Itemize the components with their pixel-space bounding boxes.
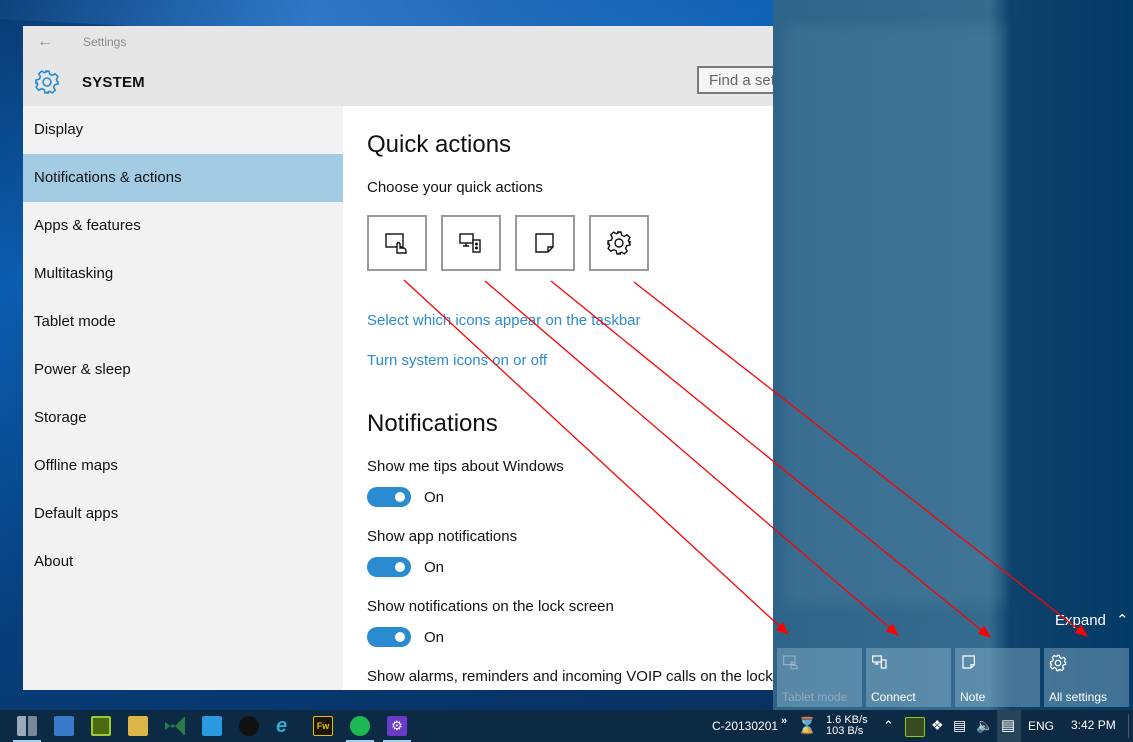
lock-screen-notifications-label: Show notifications on the lock screen [367, 598, 614, 615]
sidebar-item-notifications-actions[interactable]: Notifications & actions [23, 154, 343, 202]
app-notifications-setting: On [367, 557, 444, 577]
lock-screen-notifications-toggle-state: On [424, 628, 445, 646]
expand-label: Expand [1055, 612, 1106, 629]
tips-toggle-state: On [424, 488, 445, 506]
network-speed-up: 1.6 KB/s [826, 714, 868, 726]
settings-app-icon[interactable]: ⚙ [387, 716, 407, 736]
dropbox-icon[interactable]: ❖ [931, 717, 944, 734]
settings-gear-icon [1049, 654, 1067, 672]
action-tile-label: Note [960, 690, 986, 704]
sidebar-item-default-apps[interactable]: Default apps [23, 490, 343, 538]
search-box[interactable] [697, 66, 783, 94]
search-input[interactable] [699, 68, 783, 92]
page-header: SYSTEM [23, 58, 783, 106]
clock[interactable]: 3:42 PM [1071, 718, 1116, 732]
connect-icon [872, 655, 887, 669]
taskbar: e Fw ⚙ C-20130201 » ⌛ 1.6 KB/s 103 B/s ⌃… [0, 710, 1133, 742]
action-center: Expand ⌃ Tablet mode Connect Note All se… [773, 0, 1133, 710]
toolbar-overflow-icon[interactable]: » [781, 715, 787, 727]
chevron-up-icon: ⌃ [1116, 612, 1129, 629]
quick-action-tile-note[interactable] [515, 215, 575, 271]
app-notifications-label: Show app notifications [367, 528, 518, 545]
sidebar-item-about[interactable]: About [23, 538, 343, 586]
settings-gear-icon [607, 231, 631, 255]
lock-screen-notifications-setting: On [367, 627, 444, 647]
action-tile-label: Tablet mode [782, 690, 848, 704]
title-bar: ← Settings [23, 26, 783, 58]
obs-icon[interactable] [239, 716, 259, 736]
tips-setting: On [367, 487, 444, 507]
action-tile-label: All settings [1049, 690, 1108, 704]
action-center-button[interactable]: ▤ [997, 710, 1021, 742]
fireworks-icon[interactable]: Fw [313, 716, 333, 736]
action-center-icon: ▤ [1001, 717, 1016, 734]
action-center-backdrop [785, 25, 1005, 605]
action-tile-label: Connect [871, 690, 916, 704]
remote-desktop-icon[interactable] [54, 716, 74, 736]
app-notifications-toggle-state: On [424, 558, 445, 576]
spotify-icon[interactable] [350, 716, 370, 736]
expand-button[interactable]: Expand ⌃ [1055, 611, 1129, 629]
sidebar-item-offline-maps[interactable]: Offline maps [23, 442, 343, 490]
choose-quick-actions-label: Choose your quick actions [367, 179, 543, 196]
sidebar-item-display[interactable]: Display [23, 106, 343, 154]
sidebar-item-tablet-mode[interactable]: Tablet mode [23, 298, 343, 346]
system-icons-link[interactable]: Turn system icons on or off [367, 352, 547, 369]
page-title: SYSTEM [82, 74, 145, 91]
visual-studio-icon[interactable] [165, 716, 185, 736]
vmware-icon[interactable] [91, 716, 111, 736]
server-manager-icon[interactable] [17, 716, 37, 736]
show-desktop-button[interactable] [1128, 714, 1129, 738]
tips-toggle[interactable] [367, 487, 411, 507]
action-tile-connect[interactable]: Connect [866, 648, 951, 707]
sidebar-item-multitasking[interactable]: Multitasking [23, 250, 343, 298]
network-speed-down: 103 B/s [826, 725, 864, 737]
volume-icon[interactable]: 🔈 [976, 717, 993, 734]
notifications-heading: Notifications [367, 410, 498, 437]
sidebar: Display Notifications & actions Apps & f… [23, 106, 343, 690]
action-tile-all-settings[interactable]: All settings [1044, 648, 1129, 707]
baidu-app-icon[interactable] [202, 716, 222, 736]
tablet-mode-icon [385, 233, 407, 254]
quick-action-tile-all-settings[interactable] [589, 215, 649, 271]
taskbar-icons-link[interactable]: Select which icons appear on the taskbar [367, 312, 641, 329]
action-tile-note[interactable]: Note [955, 648, 1040, 707]
hourglass-icon[interactable]: ⌛ [797, 716, 817, 736]
alarms-voip-label: Show alarms, reminders and incoming VOIP… [367, 668, 773, 685]
network-icon[interactable]: ▤ [953, 717, 966, 734]
quick-actions-heading: Quick actions [367, 131, 512, 158]
language-indicator[interactable]: ENG [1028, 719, 1054, 733]
system-gear-icon [35, 70, 59, 94]
sidebar-item-storage[interactable]: Storage [23, 394, 343, 442]
note-icon [535, 233, 554, 253]
sidebar-item-apps-features[interactable]: Apps & features [23, 202, 343, 250]
action-tile-tablet-mode[interactable]: Tablet mode [777, 648, 862, 707]
tips-setting-label: Show me tips about Windows [367, 458, 564, 475]
quick-action-tile-tablet-mode[interactable] [367, 215, 427, 271]
window-title: Settings [83, 35, 127, 49]
lock-screen-notifications-toggle[interactable] [367, 627, 411, 647]
note-icon [962, 655, 975, 669]
show-hidden-icons-chevron[interactable]: ⌃ [883, 718, 894, 734]
quick-action-tile-connect[interactable] [441, 215, 501, 271]
app-notifications-toggle[interactable] [367, 557, 411, 577]
computer-name: C-20130201 [712, 719, 779, 733]
connect-icon [459, 233, 481, 253]
sidebar-item-power-sleep[interactable]: Power & sleep [23, 346, 343, 394]
content-pane: Quick actions Choose your quick actions [343, 106, 783, 690]
internet-explorer-icon[interactable]: e [276, 716, 296, 736]
tray-app-icon[interactable] [905, 717, 925, 737]
back-button[interactable]: ← [37, 32, 57, 52]
tablet-mode-icon [783, 655, 798, 670]
settings-window: ← Settings SYSTEM Display Notifications … [23, 26, 783, 690]
snipping-tool-icon[interactable] [128, 716, 148, 736]
